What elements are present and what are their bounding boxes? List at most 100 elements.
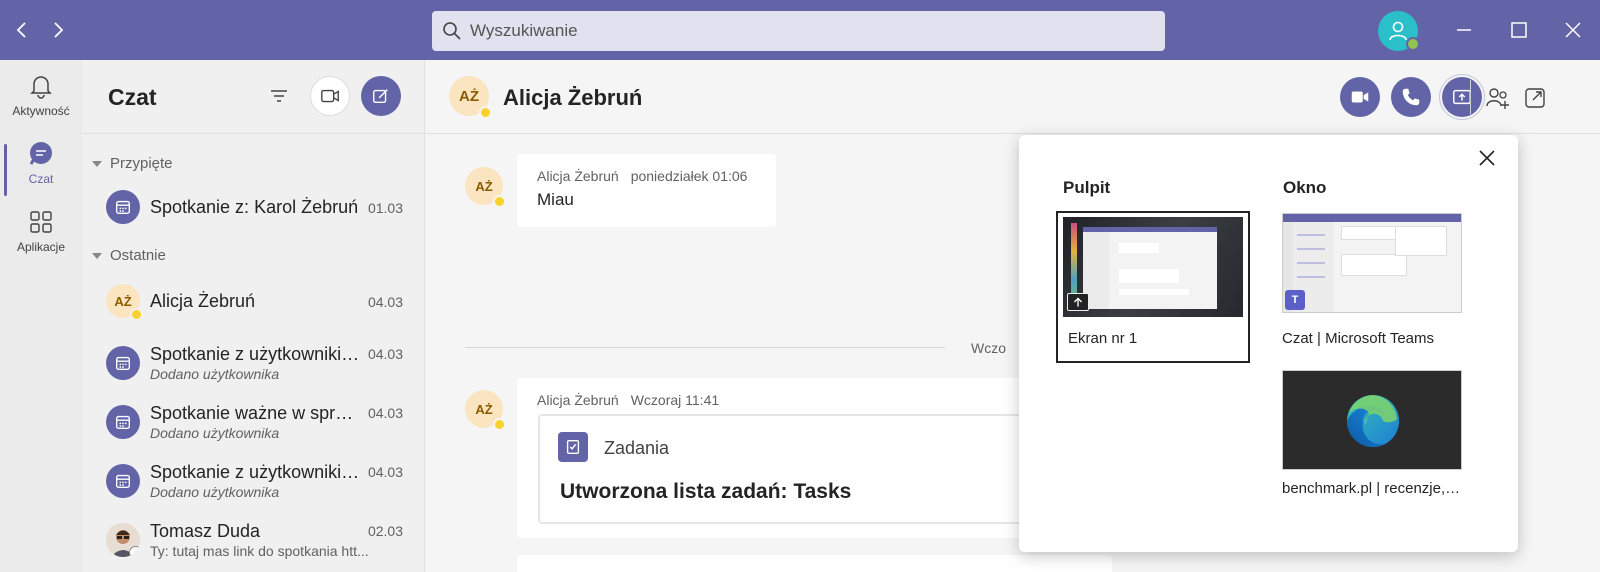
new-chat-button[interactable] (361, 76, 401, 116)
contact-name: Alicja Żebruń (503, 85, 643, 110)
card-title: Utworzona lista zadań: Tasks (560, 480, 852, 503)
day-divider-label: Wczo (971, 340, 1006, 356)
share-option-caption: Ekran nr 1 (1068, 330, 1138, 347)
share-option-browser-window[interactable]: benchmark.pl | recenzje, t... (1282, 368, 1462, 498)
chat-name: Tomasz Duda (150, 521, 261, 541)
message-text: Miau (537, 190, 574, 209)
video-call-button[interactable] (1340, 77, 1380, 117)
desktop-section-title: Pulpit (1063, 178, 1111, 197)
rail-item-apps[interactable]: Aplikacje (0, 208, 82, 272)
share-option-screen-1[interactable]: Ekran nr 1 (1056, 211, 1250, 363)
chat-date: 02.03 (367, 523, 403, 539)
share-content-popup: Pulpit Okno Ekran nr 1 T Czat | Microsof… (1019, 135, 1518, 552)
app-rail: Aktywność Czat Aplikacje (0, 60, 82, 572)
back-arrow-icon[interactable] (10, 18, 34, 42)
chat-name: Spotkanie ważne w sprawie (150, 403, 362, 423)
rail-label: Aplikacje (16, 240, 66, 254)
message-bubble (517, 555, 1112, 572)
presence-available-icon (1406, 37, 1420, 51)
chat-date: 04.03 (367, 346, 403, 362)
chat-item[interactable]: Spotkanie ważne w sprawie Dodano użytkow… (82, 391, 425, 449)
chat-preview: Dodano użytkownika (150, 484, 280, 500)
rail-item-chat[interactable]: Czat (0, 140, 82, 204)
chat-item[interactable]: AŻ Alicja Żebruń 04.03 (82, 274, 425, 332)
window-preview (1282, 370, 1462, 470)
message-meta: Alicja Żebruń Wczoraj 11:41 (537, 392, 1077, 408)
filter-icon (271, 90, 287, 102)
share-option-caption: benchmark.pl | recenzje, t... (1282, 480, 1462, 497)
section-label: Ostatnie (110, 247, 166, 264)
tasks-card[interactable]: Zadania Utworzona lista zadań: Tasks (538, 414, 1038, 524)
close-window-icon[interactable] (1561, 18, 1585, 42)
bell-icon (30, 76, 52, 99)
pop-out-icon[interactable] (1522, 85, 1548, 111)
chat-item[interactable]: Spotkanie z użytkownikiem Dodano użytkow… (82, 450, 425, 508)
calendar-icon (106, 405, 140, 439)
calendar-icon (106, 464, 140, 498)
section-pinned[interactable]: Przypięte (92, 155, 173, 172)
rail-label: Aktywność (12, 104, 70, 118)
calendar-icon (106, 190, 140, 224)
chat-name: Spotkanie z: Karol Żebruń (150, 197, 359, 217)
offline-icon (129, 546, 140, 557)
share-option-caption: Czat | Microsoft Teams (1282, 330, 1434, 347)
chat-item[interactable]: Spotkanie z użytkownikiem Dodano użytkow… (82, 332, 425, 390)
forward-arrow-icon[interactable] (46, 18, 70, 42)
chat-preview: Dodano użytkownika (150, 425, 280, 441)
profile-avatar[interactable] (1378, 11, 1420, 51)
share-option-teams-window[interactable]: T Czat | Microsoft Teams (1282, 211, 1462, 347)
chat-list-header: Czat (82, 60, 425, 134)
chat-list-title: Czat (108, 84, 157, 110)
rail-item-activity[interactable]: Aktywność (0, 72, 82, 136)
chat-preview: Dodano użytkownika (150, 366, 280, 382)
header-separator (1470, 80, 1471, 114)
away-clock-icon (479, 106, 492, 119)
message-meta: Alicja Żebruń poniedziałek 01:06 (537, 168, 756, 184)
meet-now-button[interactable] (310, 76, 350, 116)
audio-call-button[interactable] (1391, 77, 1431, 117)
chat-date: 04.03 (367, 294, 403, 310)
share-screen-button[interactable] (1442, 77, 1482, 117)
chat-name: Spotkanie z użytkownikiem (150, 462, 362, 482)
window-preview: T (1282, 213, 1462, 313)
section-label: Przypięte (110, 155, 173, 172)
apps-icon (30, 211, 52, 233)
close-icon[interactable] (1476, 147, 1498, 169)
message-time: poniedziałek 01:06 (630, 168, 748, 184)
chat-preview: Ty: tutaj mas link do spotkania htt... (150, 543, 369, 559)
chat-item[interactable]: Tomasz Duda Ty: tutaj mas link do spotka… (82, 509, 425, 567)
chat-list-panel: Czat Przypięte Spotkanie z: Karol Żebruń… (82, 60, 425, 572)
message-avatar: AŻ (465, 390, 506, 431)
section-recent[interactable]: Ostatnie (92, 247, 166, 264)
away-clock-icon (493, 195, 506, 208)
message-author: Alicja Żebruń (537, 392, 619, 408)
chat-date: 01.03 (367, 200, 403, 216)
message-author: Alicja Żebruń (537, 168, 619, 184)
calendar-icon (106, 346, 140, 380)
edge-logo-icon (1346, 395, 1399, 448)
chat-name: Alicja Żebruń (150, 291, 256, 311)
chat-date: 04.03 (367, 405, 403, 421)
phone-icon (1402, 88, 1420, 106)
search-input[interactable] (470, 21, 1070, 41)
contact-avatar[interactable]: AŻ (449, 76, 492, 119)
message-bubble[interactable]: Alicja Żebruń poniedziałek 01:06 Miau (517, 154, 776, 227)
chat-icon (29, 142, 52, 165)
chat-item[interactable]: Spotkanie z: Karol Żebruń 01.03 (82, 180, 425, 238)
minimize-icon[interactable] (1452, 18, 1476, 42)
maximize-icon[interactable] (1507, 18, 1531, 42)
chat-header: AŻ Alicja Żebruń (425, 60, 1600, 134)
add-people-icon[interactable] (1485, 85, 1511, 111)
card-app-name: Zadania (604, 438, 670, 458)
day-divider (465, 347, 945, 348)
filter-button[interactable] (259, 76, 299, 116)
away-clock-icon (130, 308, 143, 321)
teams-logo-icon: T (1285, 290, 1305, 310)
search-bar[interactable] (432, 11, 1165, 51)
video-icon (1351, 91, 1369, 103)
tasks-icon (558, 432, 588, 462)
screen-preview (1063, 217, 1243, 317)
video-icon (321, 89, 339, 103)
rail-label: Czat (28, 172, 54, 186)
avatar: AŻ (106, 284, 143, 321)
